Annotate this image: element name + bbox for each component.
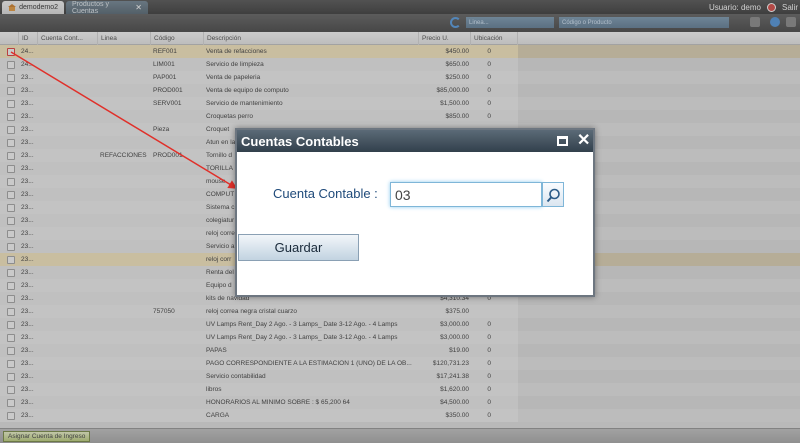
search-icon	[546, 188, 560, 203]
cuentas-contables-dialog: Cuentas Contables ✕ Cuenta Contable : Gu…	[235, 128, 595, 297]
dialog-title: Cuentas Contables	[241, 133, 359, 149]
cuenta-contable-label: Cuenta Contable :	[273, 186, 378, 201]
close-icon[interactable]: ✕	[577, 133, 590, 149]
maximize-icon[interactable]	[557, 136, 568, 146]
cuenta-contable-input[interactable]	[390, 182, 542, 207]
search-button[interactable]	[542, 182, 564, 207]
dialog-title-bar[interactable]: Cuentas Contables	[237, 130, 593, 152]
save-button[interactable]: Guardar	[238, 234, 359, 261]
